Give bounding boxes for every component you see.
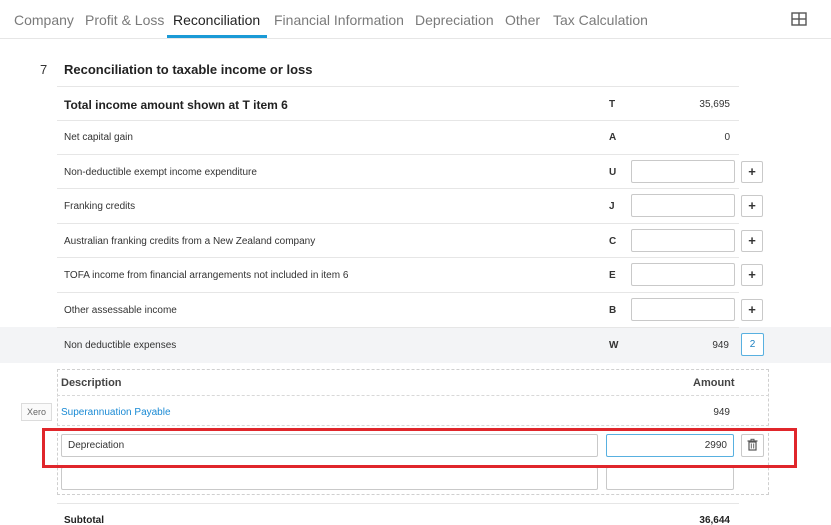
- row-code: T: [609, 99, 616, 110]
- row-label: Australian franking credits from a New Z…: [64, 236, 316, 247]
- row-value: 0: [724, 132, 730, 143]
- row-value: 949: [712, 340, 729, 351]
- column-header-description: Description: [61, 377, 122, 389]
- tab-other[interactable]: Other: [505, 12, 540, 28]
- tab-reconciliation[interactable]: Reconciliation: [173, 12, 260, 28]
- row-code: A: [609, 132, 617, 143]
- plus-icon[interactable]: +: [741, 264, 763, 286]
- row-code: C: [609, 236, 617, 247]
- section-title: Reconciliation to taxable income or loss: [64, 62, 313, 77]
- divider: [57, 425, 769, 426]
- row-franking-credits: Franking credits J +: [57, 188, 763, 223]
- row-label: Franking credits: [64, 201, 136, 212]
- trash-icon[interactable]: [741, 434, 764, 457]
- subtotal-label: Subtotal: [64, 515, 104, 525]
- row-other-assessable-income: Other assessable income B +: [57, 292, 763, 327]
- tab-profit-loss[interactable]: Profit & Loss: [85, 12, 164, 28]
- row-code: W: [609, 340, 619, 351]
- plus-icon[interactable]: +: [741, 161, 763, 183]
- detail-item-amount: 949: [713, 407, 730, 418]
- row-label: Net capital gain: [64, 132, 133, 143]
- subtotal-value: 36,644: [699, 515, 730, 525]
- row-code: B: [609, 305, 617, 316]
- row-tofa-income: TOFA income from financial arrangements …: [57, 257, 763, 292]
- amount-input[interactable]: [631, 263, 735, 286]
- row-non-deductible-expenses: Non deductible expenses W 949: [57, 327, 739, 363]
- tab-company[interactable]: Company: [14, 12, 74, 28]
- row-code: U: [609, 167, 617, 178]
- row-label: Total income amount shown at T item 6: [64, 98, 288, 112]
- divider: [57, 503, 739, 504]
- tab-financial-information[interactable]: Financial Information: [274, 12, 404, 28]
- amount-input[interactable]: [631, 160, 735, 183]
- row-code: J: [609, 201, 615, 212]
- amount-input[interactable]: [631, 229, 735, 252]
- description-input[interactable]: [61, 434, 598, 457]
- column-header-amount: Amount: [693, 377, 735, 389]
- row-non-deductible-exempt: Non-deductible exempt income expenditure…: [57, 154, 763, 188]
- amount-input[interactable]: [631, 298, 735, 321]
- divider: [57, 395, 769, 396]
- tab-tax-calculation[interactable]: Tax Calculation: [553, 12, 648, 28]
- row-label: Non-deductible exempt income expenditure: [64, 167, 257, 178]
- plus-icon[interactable]: +: [741, 195, 763, 217]
- row-label: TOFA income from financial arrangements …: [64, 270, 349, 281]
- tab-depreciation[interactable]: Depreciation: [415, 12, 494, 28]
- row-net-capital-gain: Net capital gain A 0: [57, 120, 739, 154]
- new-description-input[interactable]: [61, 467, 598, 490]
- amount-input[interactable]: [606, 434, 734, 457]
- row-label: Non deductible expenses: [64, 340, 177, 351]
- amount-input[interactable]: [631, 194, 735, 217]
- row-total-income: Total income amount shown at T item 6 T …: [57, 86, 739, 120]
- section-number: 7: [40, 62, 48, 77]
- row-code: E: [609, 270, 616, 281]
- grid-icon[interactable]: [791, 12, 807, 26]
- row-value: 35,695: [699, 99, 730, 110]
- row-label: Other assessable income: [64, 305, 177, 316]
- row-nz-franking-credits: Australian franking credits from a New Z…: [57, 223, 763, 257]
- active-tab-indicator: [167, 35, 267, 38]
- source-tag: Xero: [21, 403, 52, 421]
- tab-bar: Company Profit & Loss Reconciliation Fin…: [0, 0, 831, 39]
- detail-item-link[interactable]: Superannuation Payable: [61, 407, 171, 418]
- detail-count-badge[interactable]: 2: [741, 333, 764, 356]
- plus-icon[interactable]: +: [741, 230, 763, 252]
- plus-icon[interactable]: +: [741, 299, 763, 321]
- new-amount-input[interactable]: [606, 467, 734, 490]
